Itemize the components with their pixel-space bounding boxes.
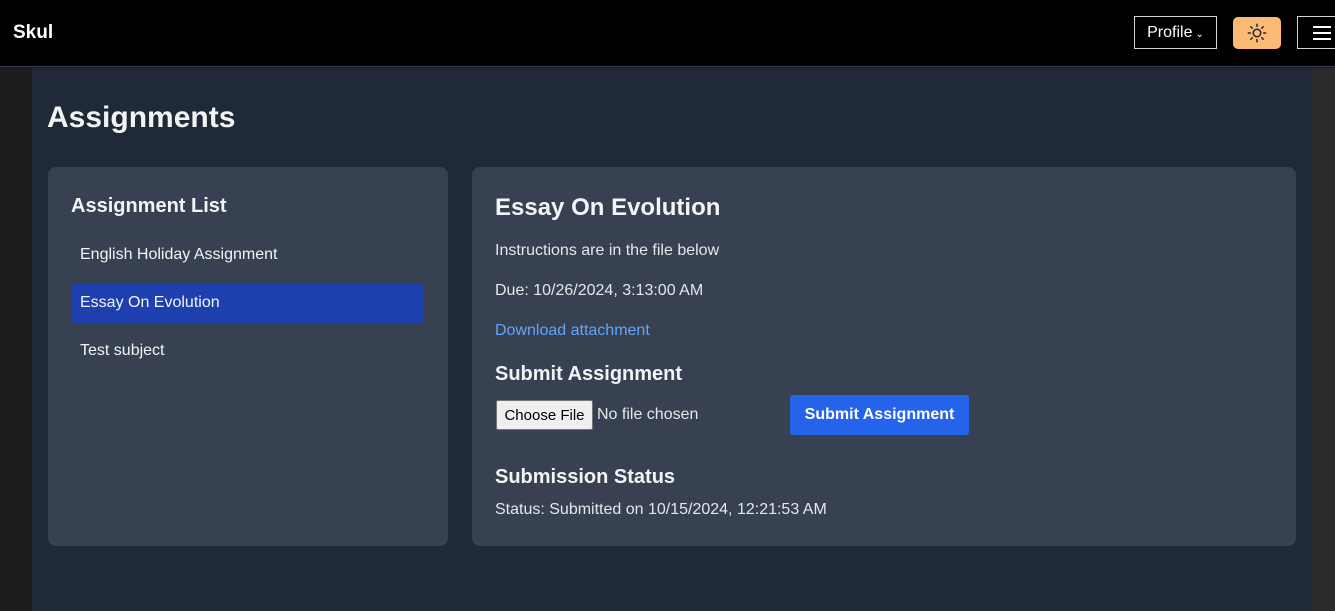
assignment-title: Essay On Evolution <box>495 194 721 221</box>
no-file-chosen-text: No file chosen <box>597 406 699 423</box>
assignment-list-item-essay-on-evolution[interactable]: Essay On Evolution <box>72 283 424 323</box>
assignment-list-item-english-holiday[interactable]: English Holiday Assignment <box>72 235 424 275</box>
list-item-label: Test subject <box>80 342 165 359</box>
list-item-label: English Holiday Assignment <box>80 246 278 263</box>
profile-label: Profile <box>1147 23 1193 41</box>
theme-toggle-button[interactable] <box>1233 17 1281 49</box>
main-content: Assignments Assignment List English Holi… <box>32 68 1312 611</box>
hamburger-menu-icon <box>1313 25 1331 40</box>
submission-status-heading: Submission Status <box>495 466 676 488</box>
profile-dropdown-button[interactable]: Profile ⌄ <box>1134 16 1217 49</box>
chevron-down-icon: ⌄ <box>1195 28 1204 40</box>
left-sidebar-strip <box>0 68 32 611</box>
hamburger-menu-button[interactable] <box>1297 16 1335 49</box>
list-item-label: Essay On Evolution <box>80 294 220 311</box>
submission-status-text: Status: Submitted on 10/15/2024, 12:21:5… <box>495 501 827 518</box>
top-navbar: Skul Profile ⌄ <box>0 0 1335 67</box>
assignment-instructions: Instructions are in the file below <box>495 242 720 259</box>
brand-logo[interactable]: Skul <box>13 22 53 44</box>
choose-file-button[interactable]: Choose File <box>496 400 593 430</box>
assignment-list-heading: Assignment List <box>71 195 227 217</box>
assignment-due-date: Due: 10/26/2024, 3:13:00 AM <box>495 282 704 299</box>
sun-icon <box>1247 23 1267 43</box>
submit-assignment-button[interactable]: Submit Assignment <box>790 395 969 435</box>
assignment-detail-card: Essay On Evolution Instructions are in t… <box>472 167 1296 546</box>
page-title: Assignments <box>47 101 236 134</box>
download-attachment-link[interactable]: Download attachment <box>495 322 650 340</box>
assignment-list-card: Assignment List English Holiday Assignme… <box>48 167 448 546</box>
submit-assignment-heading: Submit Assignment <box>495 363 683 385</box>
right-scroll-strip <box>1312 68 1335 611</box>
assignment-list-item-test-subject[interactable]: Test subject <box>72 331 424 371</box>
